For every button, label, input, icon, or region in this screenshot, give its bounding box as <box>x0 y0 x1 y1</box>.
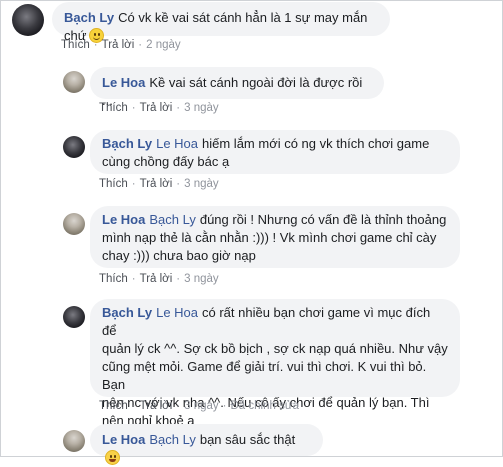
like-link[interactable]: Thích <box>99 400 128 412</box>
comment-text-line: mình nạp thẻ là cằn nhằn :))) ! Vk mình … <box>102 230 437 245</box>
edited-label[interactable]: Đã chỉnh sửa <box>231 400 299 412</box>
comment-bubble: Bạch Ly Có vk kề vai sát cánh hẳn là 1 sự… <box>52 2 390 43</box>
timestamp[interactable]: 3 ngày <box>184 178 219 190</box>
timestamp[interactable]: 3 ngày <box>184 400 219 412</box>
comment-author[interactable]: Bạch Ly <box>102 136 152 151</box>
mention-tag[interactable]: Bạch Ly <box>149 432 196 447</box>
comment-actions: Thích · Trả lời · 2 ngày <box>61 39 181 51</box>
comment-text-line: quản lý ck ^^. Sợ ck bồ bịch , sợ ck nạp… <box>102 341 448 356</box>
comment-text: bạn sâu sắc thật <box>199 432 296 447</box>
comment-bubble: Le Hoa Bạch Ly đúng rồi ! Nhưng có vấn đề … <box>90 206 460 268</box>
comment-author[interactable]: Le Hoa <box>102 75 145 90</box>
mention-tag[interactable]: Le Hoa <box>156 136 198 151</box>
comment-bubble: Bạch Ly Le Hoa hiếm lắm mới có ng vk thích… <box>90 130 460 174</box>
comment-thread: Bạch Ly Có vk kề vai sát cánh hẳn là 1 sự… <box>0 0 503 465</box>
comment-text-line: đúng rồi ! Nhưng có vấn đề là thỉnh thoả… <box>199 212 447 227</box>
comment-author[interactable]: Le Hoa <box>102 432 145 447</box>
avatar[interactable] <box>63 213 85 235</box>
comment-bubble: Le Hoa Bạch Ly bạn sâu sắc thật <box>90 424 323 465</box>
avatar[interactable] <box>63 306 85 328</box>
comment-actions: Thích · Trả lời · 3 ngày <box>99 102 219 114</box>
comment-bubble: Bạch Ly Le Hoa có rất nhiều bạn chơi game … <box>90 299 460 428</box>
comment-actions: Thích · Trả lời · 3 ngày <box>99 178 219 190</box>
comment-actions: Thích · Trả lời · 3 ngày · Đã chỉnh sửa <box>99 400 299 412</box>
comment-actions: Thích · Trả lời · 3 ngày <box>99 273 219 285</box>
comment-author[interactable]: Bạch Ly <box>102 305 152 320</box>
comment-text-line: cũng mệt mỏi. Game để giải trí. vui thì … <box>102 359 427 392</box>
comment-bubble: Le Hoa Kề vai sát cánh ngoài đời là được … <box>90 67 384 108</box>
timestamp[interactable]: 3 ngày <box>184 102 219 114</box>
avatar[interactable] <box>12 4 44 36</box>
avatar[interactable] <box>63 430 85 452</box>
timestamp[interactable]: 2 ngày <box>146 39 181 51</box>
comment-author[interactable]: Bạch Ly <box>64 10 114 25</box>
reply-link[interactable]: Trả lời <box>140 400 173 412</box>
comment-text-line: cùng chồng đấy bác ạ <box>102 154 230 169</box>
like-link[interactable]: Thích <box>61 39 90 51</box>
like-link[interactable]: Thích <box>99 102 128 114</box>
avatar[interactable] <box>63 71 85 93</box>
mention-tag[interactable]: Le Hoa <box>156 305 198 320</box>
comment-text-line: hiếm lắm mới có ng vk thích chơi game <box>202 136 430 151</box>
reply-link[interactable]: Trả lời <box>140 102 173 114</box>
like-link[interactable]: Thích <box>99 178 128 190</box>
avatar[interactable] <box>63 136 85 158</box>
like-link[interactable]: Thích <box>99 273 128 285</box>
comment-author[interactable]: Le Hoa <box>102 212 145 227</box>
reply-link[interactable]: Trả lời <box>140 273 173 285</box>
timestamp[interactable]: 3 ngày <box>184 273 219 285</box>
grinning-face-icon <box>105 450 120 465</box>
mention-tag[interactable]: Bạch Ly <box>149 212 196 227</box>
reply-link[interactable]: Trả lời <box>102 39 135 51</box>
comment-text-line: chay :))) chưa bao giờ nạp <box>102 248 256 263</box>
reply-link[interactable]: Trả lời <box>140 178 173 190</box>
